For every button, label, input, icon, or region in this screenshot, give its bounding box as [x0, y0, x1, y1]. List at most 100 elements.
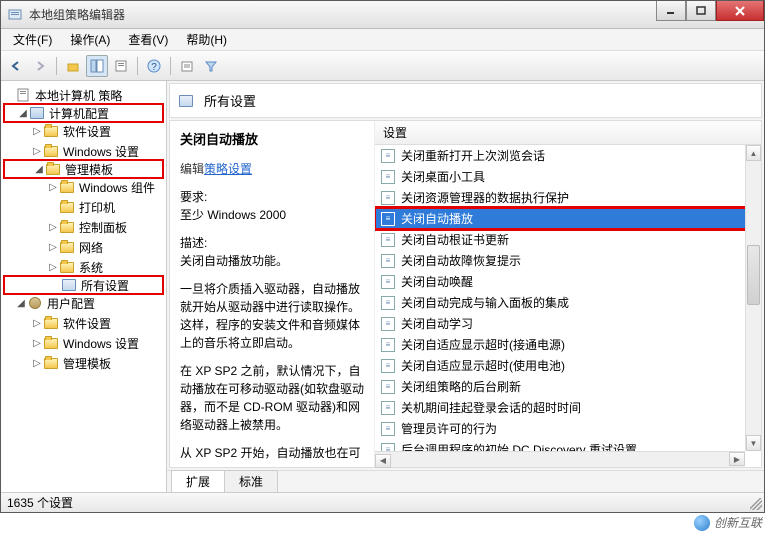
tree-system[interactable]: ▷ 系统 — [3, 257, 164, 277]
list-column-header[interactable]: 设置 — [375, 121, 761, 145]
tree-printers[interactable]: 打印机 — [3, 197, 164, 217]
folder-icon — [59, 219, 75, 235]
list-item-label: 关闭桌面小工具 — [401, 168, 485, 185]
column-label: 设置 — [383, 124, 407, 141]
maximize-button[interactable] — [686, 1, 716, 21]
folder-icon — [43, 143, 59, 159]
scroll-left-button[interactable]: ◀ — [375, 454, 391, 468]
list-row[interactable]: ≡关闭桌面小工具 — [375, 166, 761, 187]
list-row[interactable]: ≡关闭自动根证书更新 — [375, 229, 761, 250]
horizontal-scrollbar[interactable]: ◀ ▶ — [375, 451, 745, 467]
tab-extended[interactable]: 扩展 — [171, 470, 225, 492]
list-row[interactable]: ≡关机期间挂起登录会话的超时时间 — [375, 397, 761, 418]
expand-icon[interactable]: ▷ — [47, 222, 59, 233]
list-row[interactable]: ≡关闭资源管理器的数据执行保护 — [375, 187, 761, 208]
forward-button[interactable] — [29, 55, 51, 77]
tree-pane[interactable]: 本地计算机 策略 ◢ 计算机配置 ▷ 软件设置 ▷ Windows 设置 ◢ 管… — [1, 81, 167, 492]
help-button[interactable]: ? — [143, 55, 165, 77]
export-button[interactable] — [176, 55, 198, 77]
tree-user-windows[interactable]: ▷ Windows 设置 — [3, 333, 164, 353]
list-row[interactable]: ≡管理员许可的行为 — [375, 418, 761, 439]
resize-grip[interactable] — [750, 498, 762, 510]
properties-button[interactable] — [110, 55, 132, 77]
tree-all-settings[interactable]: 所有设置 — [3, 275, 164, 295]
expand-icon[interactable]: ▷ — [31, 358, 43, 369]
tree-computer-config[interactable]: ◢ 计算机配置 — [3, 103, 164, 123]
tree-control-panel[interactable]: ▷ 控制面板 — [3, 217, 164, 237]
menubar: 文件(F) 操作(A) 查看(V) 帮助(H) — [1, 29, 764, 51]
tree-label: 网络 — [79, 239, 103, 256]
detail-title: 关闭自动播放 — [180, 129, 364, 148]
tree-windows-components[interactable]: ▷ Windows 组件 — [3, 177, 164, 197]
watermark: 创新互联 — [694, 514, 762, 531]
minimize-button[interactable] — [656, 1, 686, 21]
menu-view[interactable]: 查看(V) — [120, 29, 176, 50]
folder-icon — [59, 179, 75, 195]
list-row[interactable]: ≡关闭重新打开上次浏览会话 — [375, 145, 761, 166]
tree-software-settings[interactable]: ▷ 软件设置 — [3, 121, 164, 141]
list-row[interactable]: ≡关闭自动唤醒 — [375, 271, 761, 292]
policy-item-icon: ≡ — [381, 380, 395, 394]
window-frame: 本地组策略编辑器 文件(F) 操作(A) 查看(V) 帮助(H) ? 本地计算 — [0, 0, 765, 513]
list-row[interactable]: ≡关闭自适应显示超时(使用电池) — [375, 355, 761, 376]
content-header: 所有设置 — [169, 83, 762, 118]
show-tree-button[interactable] — [86, 55, 108, 77]
expand-icon[interactable]: ▷ — [47, 182, 59, 193]
back-button[interactable] — [5, 55, 27, 77]
menu-action[interactable]: 操作(A) — [62, 29, 118, 50]
collapse-icon[interactable]: ◢ — [15, 298, 27, 309]
tree-user-config[interactable]: ◢ 用户配置 — [3, 293, 164, 313]
expand-icon[interactable]: ▷ — [31, 126, 43, 137]
tree-network[interactable]: ▷ 网络 — [3, 237, 164, 257]
tree-label: 管理模板 — [63, 355, 111, 372]
list-row[interactable]: ≡ 关闭自动完成与输入面板的集成 — [375, 292, 761, 313]
scroll-down-button[interactable]: ▼ — [746, 435, 761, 451]
list-row[interactable]: ≡关闭自动故障恢复提示 — [375, 250, 761, 271]
tree-user-software[interactable]: ▷ 软件设置 — [3, 313, 164, 333]
collapse-icon[interactable]: ◢ — [33, 164, 45, 175]
expand-icon[interactable]: ▷ — [47, 262, 59, 273]
folder-icon — [59, 239, 75, 255]
list-row[interactable]: ≡关闭自动学习 — [375, 313, 761, 334]
scroll-up-button[interactable]: ▲ — [746, 145, 761, 161]
description-line: 关闭自动播放功能。 — [180, 254, 288, 268]
list-item-label: 管理员许可的行为 — [401, 420, 497, 437]
settings-list-icon — [61, 277, 77, 293]
close-button[interactable] — [716, 1, 764, 21]
tree-root[interactable]: 本地计算机 策略 — [3, 85, 164, 105]
tree-label: 软件设置 — [63, 123, 111, 140]
policy-settings-link[interactable]: 策略设置 — [204, 162, 252, 176]
expand-icon[interactable]: ▷ — [31, 338, 43, 349]
up-button[interactable] — [62, 55, 84, 77]
filter-button[interactable] — [200, 55, 222, 77]
tree-user-admin[interactable]: ▷ 管理模板 — [3, 353, 164, 373]
watermark-text: 创新互联 — [714, 514, 762, 531]
settings-list: 设置 ≡关闭重新打开上次浏览会话≡关闭桌面小工具≡关闭资源管理器的数据执行保护≡… — [375, 121, 761, 467]
list-body[interactable]: ≡关闭重新打开上次浏览会话≡关闭桌面小工具≡关闭资源管理器的数据执行保护≡关闭自… — [375, 145, 761, 467]
list-item-label: 关闭自适应显示超时(使用电池) — [401, 357, 565, 374]
expand-icon[interactable]: ▷ — [31, 318, 43, 329]
tree-windows-settings[interactable]: ▷ Windows 设置 — [3, 141, 164, 161]
list-row[interactable]: ≡关闭自适应显示超时(接通电源) — [375, 334, 761, 355]
tree-label: 打印机 — [79, 199, 115, 216]
policy-item-icon: ≡ — [381, 296, 395, 310]
expand-icon[interactable]: ▷ — [31, 146, 43, 157]
list-item-label: 关闭自动完成与输入面板的集成 — [401, 294, 569, 311]
tree-label: Windows 设置 — [63, 335, 139, 352]
tab-standard[interactable]: 标准 — [224, 470, 278, 492]
menu-help[interactable]: 帮助(H) — [178, 29, 235, 50]
tree-label: 所有设置 — [81, 277, 129, 294]
tree-label: Windows 设置 — [63, 143, 139, 160]
titlebar[interactable]: 本地组策略编辑器 — [1, 1, 764, 29]
scroll-thumb[interactable] — [747, 245, 760, 305]
menu-file[interactable]: 文件(F) — [5, 29, 60, 50]
scroll-right-button[interactable]: ▶ — [729, 452, 745, 466]
vertical-scrollbar[interactable]: ▲ ▼ — [745, 145, 761, 451]
statusbar: 1635 个设置 — [1, 492, 764, 512]
list-row[interactable]: ≡关闭组策略的后台刷新 — [375, 376, 761, 397]
collapse-icon[interactable]: ◢ — [17, 108, 29, 119]
folder-icon — [59, 259, 75, 275]
list-row[interactable]: ≡关闭自动播放 — [375, 208, 761, 229]
expand-icon[interactable]: ▷ — [47, 242, 59, 253]
tree-admin-templates[interactable]: ◢ 管理模板 — [3, 159, 164, 179]
